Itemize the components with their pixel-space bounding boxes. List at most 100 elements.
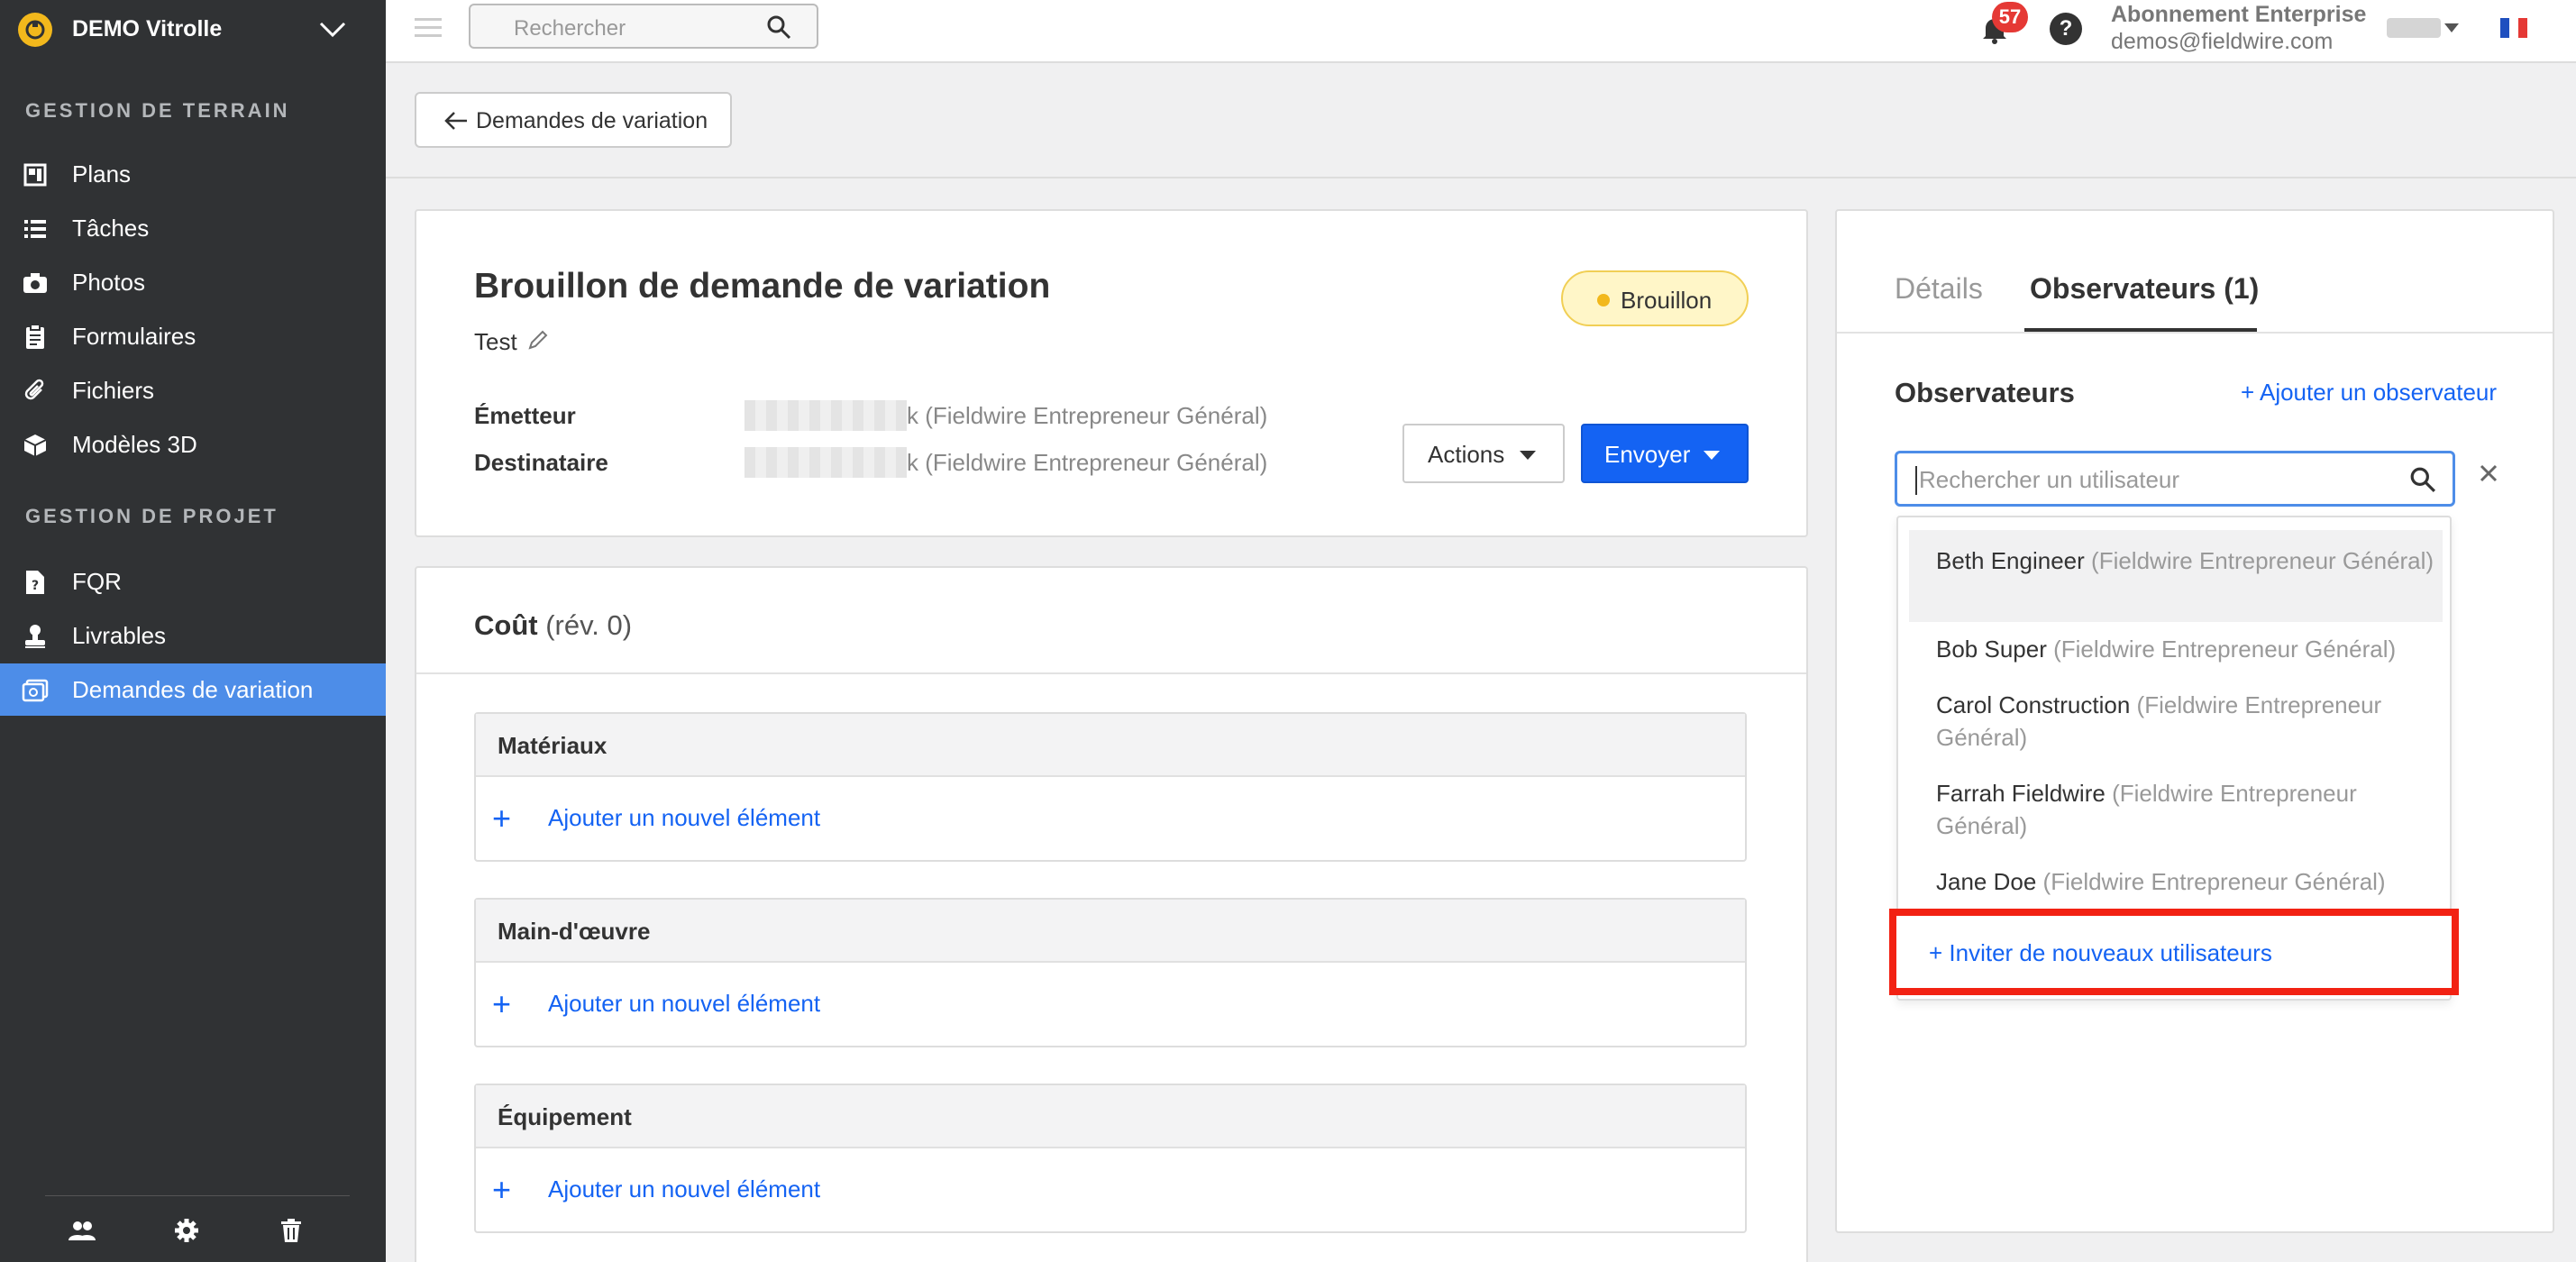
sidebar-item-label: Fichiers (72, 377, 155, 404)
user-org: (Fieldwire Entrepreneur Général) (2091, 547, 2434, 574)
cost-section-labor: Main-d'œuvre + Ajouter un nouvel élément (474, 898, 1747, 1047)
emitter-value: k (Fieldwire Entrepreneur Général) (907, 402, 1268, 429)
close-icon[interactable] (2475, 460, 2502, 487)
caret-down-icon[interactable] (2444, 23, 2459, 32)
section-header: Équipement (476, 1085, 1745, 1148)
sidebar-item-label: Demandes de variation (72, 676, 314, 703)
status-dot-icon (1597, 294, 1610, 306)
trash-icon[interactable] (276, 1215, 306, 1246)
sidebar-item-label: Tâches (72, 215, 150, 242)
pencil-icon[interactable] (526, 328, 550, 352)
back-button[interactable]: Demandes de variation (415, 92, 732, 148)
recipient-label: Destinataire (474, 449, 608, 476)
account-email: demos@fieldwire.com (2111, 29, 2334, 54)
send-button[interactable]: Envoyer (1581, 424, 1749, 483)
sidebar-item-tasks[interactable]: Tâches (0, 202, 386, 254)
cost-card: Coût (rév. 0) Matériaux + Ajouter un nouv… (415, 566, 1808, 1262)
stamp-icon (22, 623, 49, 650)
change-order-subtitle: Test (474, 328, 517, 355)
status-badge: Brouillon (1561, 270, 1749, 326)
sidebar: DEMO Vitrolle GESTION DE TERRAIN Plans T… (0, 0, 386, 1262)
send-label: Envoyer (1604, 441, 1691, 468)
user-option[interactable]: Beth Engineer (Fieldwire Entrepreneur Gé… (1909, 530, 2443, 622)
page-title: Brouillon de demande de variation (474, 267, 1051, 306)
help-icon[interactable]: ? (2050, 13, 2082, 45)
emitter-label: Émetteur (474, 402, 576, 429)
sidebar-item-label: FQR (72, 568, 122, 595)
search-icon (2410, 467, 2435, 492)
user-name: Jane Doe (1936, 868, 2037, 895)
sidebar-item-label: Plans (72, 160, 132, 187)
fieldwire-logo-icon (18, 13, 52, 47)
add-item-label: Ajouter un nouvel élément (548, 1175, 821, 1203)
redacted-name (744, 400, 907, 431)
sidebar-item-forms[interactable]: Formulaires (0, 310, 386, 362)
sidebar-item-3d-models[interactable]: Modèles 3D (0, 418, 386, 471)
cost-section-equipment: Équipement + Ajouter un nouvel élément (474, 1084, 1747, 1233)
sidebar-item-label: Modèles 3D (72, 431, 197, 458)
text-cursor (1915, 466, 1917, 495)
people-icon[interactable] (67, 1215, 97, 1246)
sidebar-item-label: Photos (72, 269, 145, 296)
sidebar-item-files[interactable]: Fichiers (0, 364, 386, 416)
cost-section-materials: Matériaux + Ajouter un nouvel élément (474, 712, 1747, 862)
sidebar-item-label: Livrables (72, 622, 167, 649)
actions-dropdown-button[interactable]: Actions (1402, 424, 1565, 483)
add-item-button[interactable]: + Ajouter un nouvel élément (476, 965, 1745, 1046)
notification-badge: 57 (1992, 2, 2028, 32)
recipient-value: k (Fieldwire Entrepreneur Général) (907, 449, 1268, 476)
user-name: Carol Construction (1936, 691, 2131, 718)
cost-divider (416, 672, 1806, 674)
sidebar-item-submittals[interactable]: Livrables (0, 609, 386, 662)
arrow-left-icon (444, 112, 467, 130)
user-option[interactable]: Jane Doe (Fieldwire Entrepreneur Général… (1909, 851, 2443, 905)
section-title-project: GESTION DE PROJET (25, 505, 279, 527)
sidebar-item-label: Formulaires (72, 323, 196, 350)
search-icon[interactable] (766, 14, 791, 40)
add-observer-link[interactable]: + Ajouter un observateur (2241, 379, 2497, 407)
camera-icon (22, 270, 49, 297)
cube-icon (22, 432, 49, 459)
user-org: (Fieldwire Entrepreneur Général) (2042, 868, 2386, 895)
invite-new-users-button[interactable]: + Inviter de nouveaux utilisateurs (1889, 909, 2459, 995)
chevron-down-icon[interactable] (317, 16, 348, 43)
cost-title: Coût (rév. 0) (474, 609, 632, 642)
clipboard-icon (22, 324, 49, 351)
add-item-button[interactable]: + Ajouter un nouvel élément (476, 779, 1745, 860)
sidebar-item-change-orders[interactable]: Demandes de variation (0, 663, 386, 716)
sidebar-footer-divider (45, 1195, 350, 1196)
plans-icon (22, 161, 49, 188)
user-search-input[interactable]: Rechercher un utilisateur (1895, 451, 2455, 507)
user-option[interactable]: Bob Super (Fieldwire Entrepreneur Généra… (1909, 618, 2443, 674)
gear-icon[interactable] (171, 1215, 202, 1246)
plus-icon: + (492, 985, 512, 1022)
section-title: Matériaux (498, 732, 607, 759)
section-header: Main-d'œuvre (476, 900, 1745, 963)
sidebar-item-plans[interactable]: Plans (0, 148, 386, 200)
project-switcher[interactable]: DEMO Vitrolle (0, 0, 386, 58)
user-option[interactable]: Farrah Fieldwire (Fieldwire Entrepreneur… (1909, 763, 2443, 851)
cost-revision: (rév. 0) (545, 609, 633, 641)
avatar[interactable] (2387, 18, 2441, 38)
global-search-input[interactable]: Rechercher (469, 4, 818, 49)
add-item-label: Ajouter un nouvel élément (548, 804, 821, 831)
panel-tabs: Détails Observateurs (1) (1837, 211, 2553, 334)
active-tab-indicator (2024, 328, 2257, 332)
user-option[interactable]: Carol Construction (Fieldwire Entreprene… (1909, 674, 2443, 763)
menu-icon[interactable] (413, 14, 443, 41)
sidebar-item-photos[interactable]: Photos (0, 256, 386, 308)
add-item-label: Ajouter un nouvel élément (548, 990, 821, 1017)
redacted-name (744, 447, 907, 478)
cost-title-text: Coût (474, 609, 538, 641)
search-placeholder: Rechercher (514, 16, 626, 41)
back-button-label: Demandes de variation (476, 108, 708, 133)
sidebar-item-rfi[interactable]: ? FQR (0, 555, 386, 608)
tab-observers[interactable]: Observateurs (1) (2030, 272, 2259, 306)
svg-text:?: ? (32, 579, 39, 593)
observers-title: Observateurs (1895, 377, 2075, 408)
user-search-placeholder: Rechercher un utilisateur (1919, 466, 2180, 493)
tab-details[interactable]: Détails (1895, 272, 1983, 306)
change-order-header-card: Brouillon de demande de variation Test B… (415, 209, 1808, 537)
french-flag-icon[interactable] (2500, 18, 2527, 38)
add-item-button[interactable]: + Ajouter un nouvel élément (476, 1150, 1745, 1231)
